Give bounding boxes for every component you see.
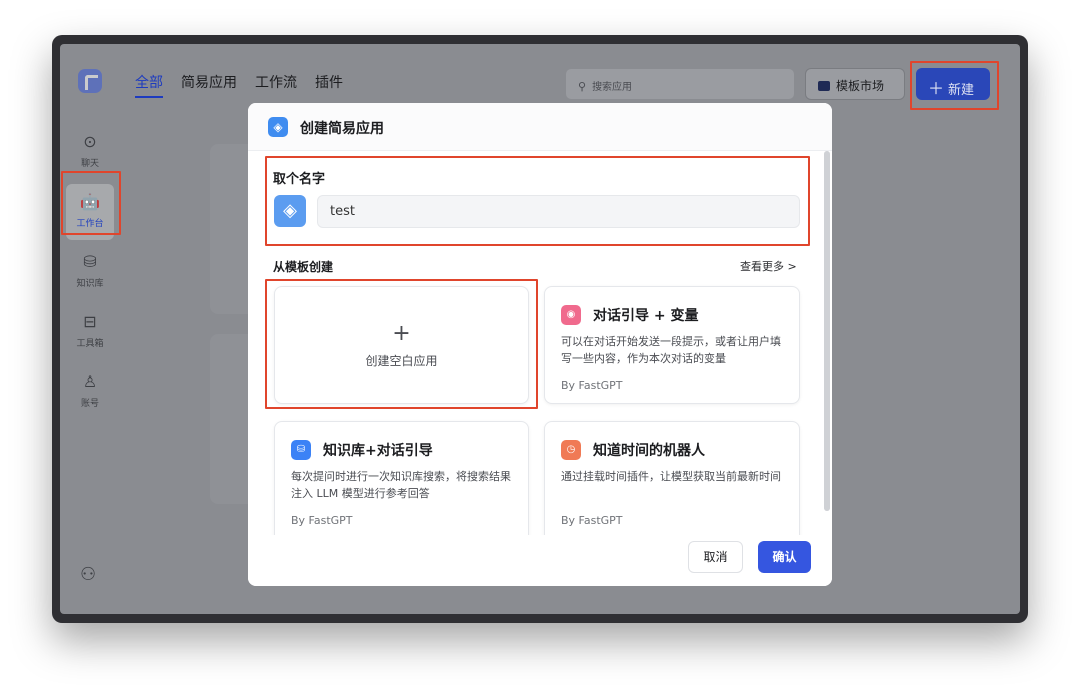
app-logo-icon[interactable] — [78, 69, 102, 93]
scrollbar-thumb[interactable] — [824, 151, 830, 511]
template-title: 知识库+对话引导 — [323, 443, 433, 459]
template-market-button[interactable]: 模板市场 — [805, 68, 905, 100]
tab-workflow[interactable]: 工作流 — [255, 72, 297, 98]
sidebar-item-knowledge[interactable]: ⛁ 知识库 — [66, 244, 114, 300]
highlight-name-section — [265, 156, 810, 246]
template-section-label: 从模板创建 — [273, 260, 334, 274]
highlight-workbench — [61, 171, 121, 235]
clock-icon: ◷ — [561, 440, 581, 460]
github-icon[interactable]: ⚇ — [80, 564, 96, 585]
template-title: 对话引导 + 变量 — [593, 308, 699, 324]
template-author: By FastGPT — [561, 379, 623, 392]
modal-title: 创建简易应用 — [300, 121, 384, 137]
template-desc: 每次提问时进行一次知识库搜索，将搜索结果注入 LLM 模型进行参考回答 — [291, 470, 511, 500]
sidebar-item-label: 聊天 — [80, 159, 99, 169]
search-icon: ⚲ — [578, 80, 587, 93]
see-more-link[interactable]: 查看更多 > — [740, 258, 797, 274]
template-author: By FastGPT — [291, 514, 353, 527]
highlight-blank-app — [265, 279, 538, 409]
user-icon: ♙ — [82, 372, 98, 391]
market-label: 模板市场 — [836, 79, 885, 93]
confirm-button[interactable]: 确认 — [758, 541, 811, 573]
cube-icon: ◈ — [268, 117, 288, 137]
sidebar: ⊙ 聊天 🤖 工作台 ⛁ 知识库 ⊟ 工具箱 ♙ 账号 ⚇ — [60, 44, 120, 614]
tab-simple-app[interactable]: 简易应用 — [181, 72, 237, 98]
knowledge-base-icon: ⛁ — [291, 440, 311, 460]
template-title: 知道时间的机器人 — [593, 443, 705, 459]
template-desc: 通过挂载时间插件，让模型获取当前最新时间 — [561, 470, 781, 483]
toolbox-icon: ⊟ — [83, 312, 97, 331]
modal-footer: 取消 确认 — [248, 535, 832, 586]
modal-scrollbar[interactable] — [824, 151, 830, 511]
market-icon — [818, 81, 830, 91]
tab-plugin[interactable]: 插件 — [315, 72, 343, 98]
cancel-button[interactable]: 取消 — [688, 541, 743, 573]
chat-guide-icon: ◉ — [561, 305, 581, 325]
modal-header: ◈ 创建简易应用 — [248, 103, 832, 151]
app-type-tabs: 全部 简易应用 工作流 插件 — [135, 72, 343, 98]
sidebar-item-toolbox[interactable]: ⊟ 工具箱 — [66, 304, 114, 360]
sidebar-item-label: 账号 — [80, 399, 99, 409]
sidebar-item-label: 知识库 — [76, 279, 104, 289]
template-card[interactable]: ◷ 知道时间的机器人 通过挂载时间插件，让模型获取当前最新时间 By FastG… — [544, 421, 800, 551]
template-card[interactable]: ⛁ 知识库+对话引导 每次提问时进行一次知识库搜索，将搜索结果注入 LLM 模型… — [274, 421, 529, 551]
highlight-new-button — [910, 61, 999, 110]
sidebar-item-label: 工具箱 — [76, 339, 104, 349]
search-input[interactable]: ⚲ 搜索应用 — [565, 68, 795, 100]
template-desc: 可以在对话开始发送一段提示，或者让用户填写一些内容，作为本次对话的变量 — [561, 335, 781, 365]
sidebar-item-account[interactable]: ♙ 账号 — [66, 364, 114, 420]
chat-icon: ⊙ — [83, 132, 97, 151]
search-placeholder: 搜索应用 — [592, 82, 633, 93]
database-icon: ⛁ — [83, 252, 97, 271]
tab-all[interactable]: 全部 — [135, 72, 163, 98]
template-card[interactable]: ◉ 对话引导 + 变量 可以在对话开始发送一段提示，或者让用户填写一些内容，作为… — [544, 286, 800, 404]
template-author: By FastGPT — [561, 514, 623, 527]
